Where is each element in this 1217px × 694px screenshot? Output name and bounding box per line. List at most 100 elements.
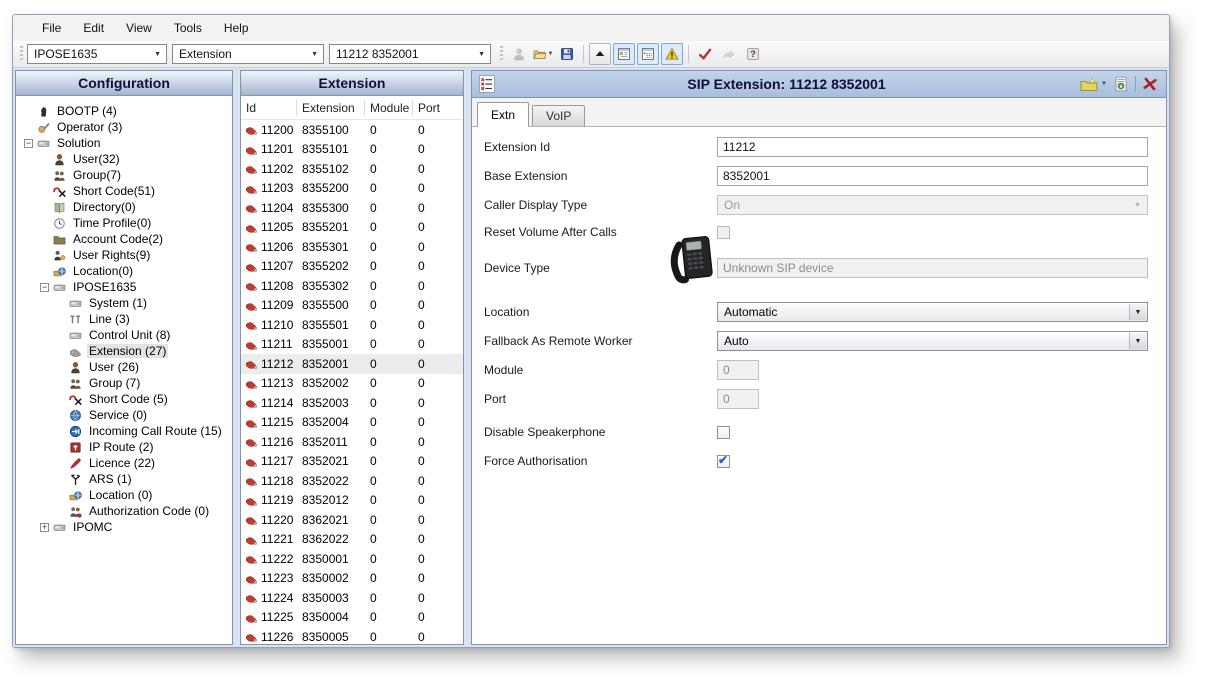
extension-row-11218[interactable]: 11218835202200 <box>241 471 463 491</box>
tree-item-service-0[interactable]: Service (0) <box>16 407 232 423</box>
fallback-remote-worker-select[interactable]: Auto ▼ <box>717 331 1148 351</box>
tree-item-group-7[interactable]: Group(7) <box>16 167 232 183</box>
tree-item-control-unit-8[interactable]: Control Unit (8) <box>16 327 232 343</box>
column-header-id[interactable]: Id <box>241 100 297 116</box>
extension-row-11203[interactable]: 11203835520000 <box>241 179 463 199</box>
extension-row-11224[interactable]: 11224835000300 <box>241 588 463 608</box>
extension-row-11200[interactable]: 11200835510000 <box>241 120 463 140</box>
extension-row-11208[interactable]: 11208835530200 <box>241 276 463 296</box>
extension-row-11220[interactable]: 11220836202100 <box>241 510 463 530</box>
column-header-module[interactable]: Module <box>365 100 413 116</box>
extension-row-11223[interactable]: 11223835000200 <box>241 569 463 589</box>
tree-item-operator-3[interactable]: Operator (3) <box>16 119 232 135</box>
extension-row-11204[interactable]: 11204835530000 <box>241 198 463 218</box>
tree-item-ipose1635[interactable]: −IPOSE1635 <box>16 279 232 295</box>
extension-row-11222[interactable]: 11222835000100 <box>241 549 463 569</box>
menu-help[interactable]: Help <box>213 18 260 38</box>
tree-item-short-code-5[interactable]: Short Code (5) <box>16 391 232 407</box>
export-record-button[interactable] <box>1112 75 1130 93</box>
tree-item-system-1[interactable]: System (1) <box>16 295 232 311</box>
force-authorisation-checkbox[interactable] <box>717 455 730 468</box>
extension-row-11215[interactable]: 11215835200400 <box>241 413 463 433</box>
record-type-combo[interactable]: Extension▼ <box>172 44 324 64</box>
tree-item-directory-0[interactable]: Directory(0) <box>16 199 232 215</box>
cell-id: 11226 <box>261 630 297 644</box>
extension-row-11219[interactable]: 11219835201200 <box>241 491 463 511</box>
extension-row-11209[interactable]: 11209835550000 <box>241 296 463 316</box>
tree-item-location-0[interactable]: Location(0) <box>16 263 232 279</box>
toolbar-grip[interactable] <box>500 46 503 62</box>
chevron-down-icon[interactable]: ▼ <box>306 51 323 58</box>
extension-row-11205[interactable]: 11205835520100 <box>241 218 463 238</box>
expander-plus-icon[interactable]: + <box>40 523 49 532</box>
expander-minus-icon[interactable]: − <box>40 283 49 292</box>
tree-item-licence-22[interactable]: Licence (22) <box>16 455 232 471</box>
tree-item-line-3[interactable]: Line (3) <box>16 311 232 327</box>
extension-row-11225[interactable]: 11225835000400 <box>241 608 463 628</box>
column-header-port[interactable]: Port <box>413 100 463 116</box>
tree-item-location-0[interactable]: Location (0) <box>16 487 232 503</box>
extension-row-11211[interactable]: 11211835500100 <box>241 335 463 355</box>
tree-item-incoming-call-route-15[interactable]: Incoming Call Route (15) <box>16 423 232 439</box>
splitter-left[interactable] <box>233 70 240 645</box>
extension-row-11213[interactable]: 11213835200200 <box>241 374 463 394</box>
tab-extn[interactable]: Extn <box>477 102 529 127</box>
chevron-down-icon[interactable]: ▼ <box>1129 304 1146 320</box>
show-details-pane-button[interactable] <box>637 43 659 65</box>
tab-voip[interactable]: VoIP <box>532 105 585 126</box>
splitter-right[interactable] <box>464 70 471 645</box>
tree-item-user-rights-9[interactable]: User Rights(9) <box>16 247 232 263</box>
tree-item-ip-route-2[interactable]: IP Route (2) <box>16 439 232 455</box>
tree-item-short-code-51[interactable]: Short Code(51) <box>16 183 232 199</box>
tree-item-group-7[interactable]: Group (7) <box>16 375 232 391</box>
tree-item-ars-1[interactable]: ARS (1) <box>16 471 232 487</box>
save-configuration-button[interactable] <box>556 43 578 65</box>
extension-row-11201[interactable]: 11201835510100 <box>241 140 463 160</box>
extension-row-11226[interactable]: 11226835000500 <box>241 627 463 644</box>
help-button[interactable]: ? <box>742 43 764 65</box>
tree-item-authorization-code-0[interactable]: Authorization Code (0) <box>16 503 232 519</box>
show-group-pane-button[interactable] <box>613 43 635 65</box>
show-error-pane-button[interactable] <box>661 43 683 65</box>
new-record-caret-icon[interactable]: ▼ <box>1101 81 1107 87</box>
new-record-button[interactable] <box>1078 76 1100 93</box>
extension-row-11210[interactable]: 11210835550100 <box>241 315 463 335</box>
chevron-down-icon[interactable]: ▼ <box>1129 333 1146 349</box>
server-combo[interactable]: IPOSE1635▼ <box>27 44 167 64</box>
extension-row-11214[interactable]: 11214835200300 <box>241 393 463 413</box>
extension-row-11206[interactable]: 11206835530100 <box>241 237 463 257</box>
menu-file[interactable]: File <box>31 18 72 38</box>
menu-edit[interactable]: Edit <box>72 18 115 38</box>
tree-item-user-26[interactable]: User (26) <box>16 359 232 375</box>
tree-item-extension-27[interactable]: Extension (27) <box>16 343 232 359</box>
tree-item-time-profile-0[interactable]: Time Profile(0) <box>16 215 232 231</box>
menu-view[interactable]: View <box>115 18 163 38</box>
base-extension-input[interactable] <box>717 166 1148 186</box>
tree-item-solution[interactable]: −Solution <box>16 135 232 151</box>
tree-item-bootp-4[interactable]: BOOTP (4) <box>16 103 232 119</box>
extension-row-11217[interactable]: 11217835202100 <box>241 452 463 472</box>
extension-row-11207[interactable]: 11207835520200 <box>241 257 463 277</box>
extension-id-input[interactable] <box>717 137 1148 157</box>
open-configuration-button[interactable]: ▼ <box>532 43 554 65</box>
location-select[interactable]: Automatic ▼ <box>717 302 1148 322</box>
toolbar-grip[interactable] <box>20 46 23 62</box>
tree-item-user-32[interactable]: User(32) <box>16 151 232 167</box>
extension-row-11202[interactable]: 11202835510200 <box>241 159 463 179</box>
chevron-down-icon[interactable]: ▼ <box>149 51 166 58</box>
extension-row-11212[interactable]: 11212835200100 <box>241 354 463 374</box>
tree-item-account-code-2[interactable]: Account Code(2) <box>16 231 232 247</box>
chevron-down-icon[interactable]: ▼ <box>473 51 490 58</box>
chevron-down-icon[interactable]: ▼ <box>548 51 554 57</box>
disable-speakerphone-checkbox[interactable] <box>717 426 730 439</box>
extension-row-11221[interactable]: 11221836202200 <box>241 530 463 550</box>
record-combo[interactable]: 11212 8352001▼ <box>329 44 491 64</box>
close-record-button[interactable] <box>1141 76 1159 92</box>
menu-tools[interactable]: Tools <box>163 18 213 38</box>
collapse-navigation-button[interactable] <box>589 43 611 65</box>
validate-configuration-button[interactable] <box>694 43 716 65</box>
expander-minus-icon[interactable]: − <box>24 139 33 148</box>
extension-row-11216[interactable]: 11216835201100 <box>241 432 463 452</box>
column-header-extension[interactable]: Extension <box>297 100 365 116</box>
tree-item-ipomc[interactable]: +IPOMC <box>16 519 232 535</box>
